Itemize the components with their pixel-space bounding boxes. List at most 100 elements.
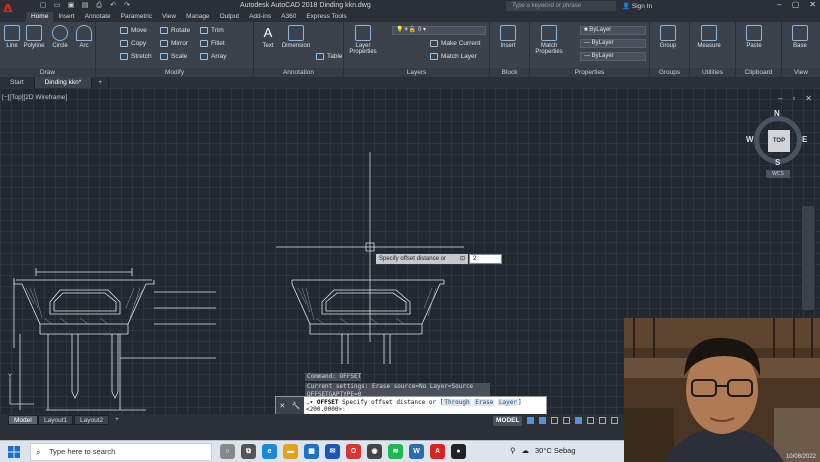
tab-express-tools[interactable]: Express Tools [301,12,351,22]
redo-icon[interactable]: ↷ [122,1,132,10]
snap-icon[interactable] [539,417,547,424]
tab-manage[interactable]: Manage [181,12,215,22]
clipboard-panel-label[interactable]: Clipboard [736,68,781,77]
tab-a360[interactable]: A360 [276,12,301,22]
compass-north[interactable]: N [774,109,780,118]
tab-annotate[interactable]: Annotate [80,12,116,22]
opera-icon[interactable]: O [346,444,361,459]
tab-parametric[interactable]: Parametric [116,12,157,22]
dynamic-input-menu-icon[interactable]: ⊡ [460,254,465,264]
plot-icon[interactable]: ⎙ [94,1,104,10]
base-tool[interactable]: Base [788,25,812,49]
saveas-icon[interactable]: ▤ [80,1,90,10]
grid-icon[interactable] [527,417,535,424]
color-dropdown[interactable]: ■ ByLayer [580,26,646,35]
store-icon[interactable]: ▦ [304,444,319,459]
copy-tool[interactable]: Copy [120,40,146,47]
maximize-icon[interactable]: ▢ [792,0,800,9]
line-tool[interactable]: Line [0,25,24,49]
model-space-button[interactable]: MODEL [493,415,523,426]
trim-tool[interactable]: Trim [200,27,224,34]
osnap-icon[interactable] [575,417,583,424]
chrome-icon[interactable]: ◉ [367,444,382,459]
tab-insert[interactable]: Insert [53,12,79,22]
record-icon[interactable]: ● [451,444,466,459]
taskbar-search-input[interactable]: ⌕ Type here to search [30,443,212,461]
draw-panel-label[interactable]: Draw [0,68,95,77]
fillet-tool[interactable]: Fillet [200,40,225,47]
file-tab-dinding[interactable]: Dinding kkn* [34,77,93,88]
tab-view[interactable]: View [157,12,181,22]
layer-dropdown[interactable]: 💡☀🔓 0 ▾ [392,26,486,35]
option-through[interactable]: Through [443,399,471,406]
navigation-bar[interactable] [802,206,814,310]
command-line[interactable]: ✕ 🔧 ⌄▾ OFFSET Specify offset distance or… [275,396,547,416]
scale-tool[interactable]: Scale [160,53,187,60]
autocad-taskbar-icon[interactable]: A [430,444,445,459]
compass-west[interactable]: W [746,135,754,144]
stretch-tool[interactable]: Stretch [120,53,152,60]
mail-icon[interactable]: ✉ [325,444,340,459]
undo-icon[interactable]: ↶ [108,1,118,10]
insert-tool[interactable]: Insert [496,25,520,49]
viewcube[interactable]: TOP N S E W WCS [746,109,808,180]
save-icon[interactable]: ▣ [66,1,76,10]
add-layout-plus-icon[interactable]: + [110,415,124,425]
table-tool[interactable]: Table [316,53,343,60]
option-layer[interactable]: Layer [497,399,518,406]
close-icon[interactable]: ✕ [809,0,816,9]
otrack-icon[interactable] [587,417,595,424]
search-input[interactable]: Type a keyword or phrase [506,1,616,11]
mirror-tool[interactable]: Mirror [160,40,188,47]
edge-icon[interactable]: e [262,444,277,459]
tab-home[interactable]: Home [26,12,54,22]
dynamic-input-field[interactable]: 2 [469,254,502,264]
layers-panel-label[interactable]: Layers [344,68,489,77]
polyline-tool[interactable]: Polyline [22,25,46,49]
circle-tool[interactable]: Circle [48,25,72,49]
customize-command-icon[interactable]: 🔧 [292,402,301,410]
option-erase[interactable]: Erase [474,399,495,406]
file-tab-start[interactable]: Start [0,77,35,88]
measure-tool[interactable]: Measure [694,25,724,49]
viewcube-top-face[interactable]: TOP [768,130,790,152]
array-tool[interactable]: Array [200,53,227,60]
modify-panel-label[interactable]: Modify [96,68,253,77]
cortana-icon[interactable]: ○ [220,444,235,459]
view-panel-label[interactable]: View [782,68,820,77]
groups-panel-label[interactable]: Groups [650,68,689,77]
make-current-tool[interactable]: Make Current [430,40,480,47]
utilities-panel-label[interactable]: Utilities [690,68,735,77]
block-panel-label[interactable]: Block [490,68,529,77]
polar-icon[interactable] [563,417,571,424]
weather-text[interactable]: 30°C Sebag [535,446,576,455]
lineweight-dropdown[interactable]: — ByLayer [580,52,646,61]
file-explorer-icon[interactable]: ▬ [283,444,298,459]
task-view-icon[interactable]: ⧉ [241,444,256,459]
layout-tab-layout1[interactable]: Layout1 [38,415,74,425]
close-command-icon[interactable]: ✕ [279,402,285,410]
new-icon[interactable]: ▢ [38,1,48,10]
move-tool[interactable]: Move [120,27,147,34]
properties-panel-label[interactable]: Properties [530,68,649,77]
weather-icon[interactable]: ☁ [522,446,530,455]
compass-south[interactable]: S [775,158,780,167]
match-layer-tool[interactable]: Match Layer [430,53,477,60]
layer-properties-tool[interactable]: Layer Properties [346,25,380,55]
dimension-tool[interactable]: Dimension [280,25,312,49]
paste-tool[interactable]: Paste [742,25,766,49]
tab-add-ins[interactable]: Add-ins [244,12,276,22]
sign-in-button[interactable]: 👤 Sign In [622,2,652,10]
compass-east[interactable]: E [802,135,807,144]
match-properties-tool[interactable]: Match Properties [532,25,566,55]
lineweight-icon[interactable] [599,417,607,424]
layout-tab-layout2[interactable]: Layout2 [74,415,110,425]
wcs-menu[interactable]: WCS [766,170,790,178]
group-tool[interactable]: Group [656,25,680,49]
linetype-dropdown[interactable]: — ByLayer [580,39,646,48]
new-tab-plus-icon[interactable]: + [92,77,110,88]
tab-output[interactable]: Output [215,12,245,22]
minimize-icon[interactable]: – [777,0,781,9]
rotate-tool[interactable]: Rotate [160,27,190,34]
people-icon[interactable]: ⚲ [510,446,516,455]
